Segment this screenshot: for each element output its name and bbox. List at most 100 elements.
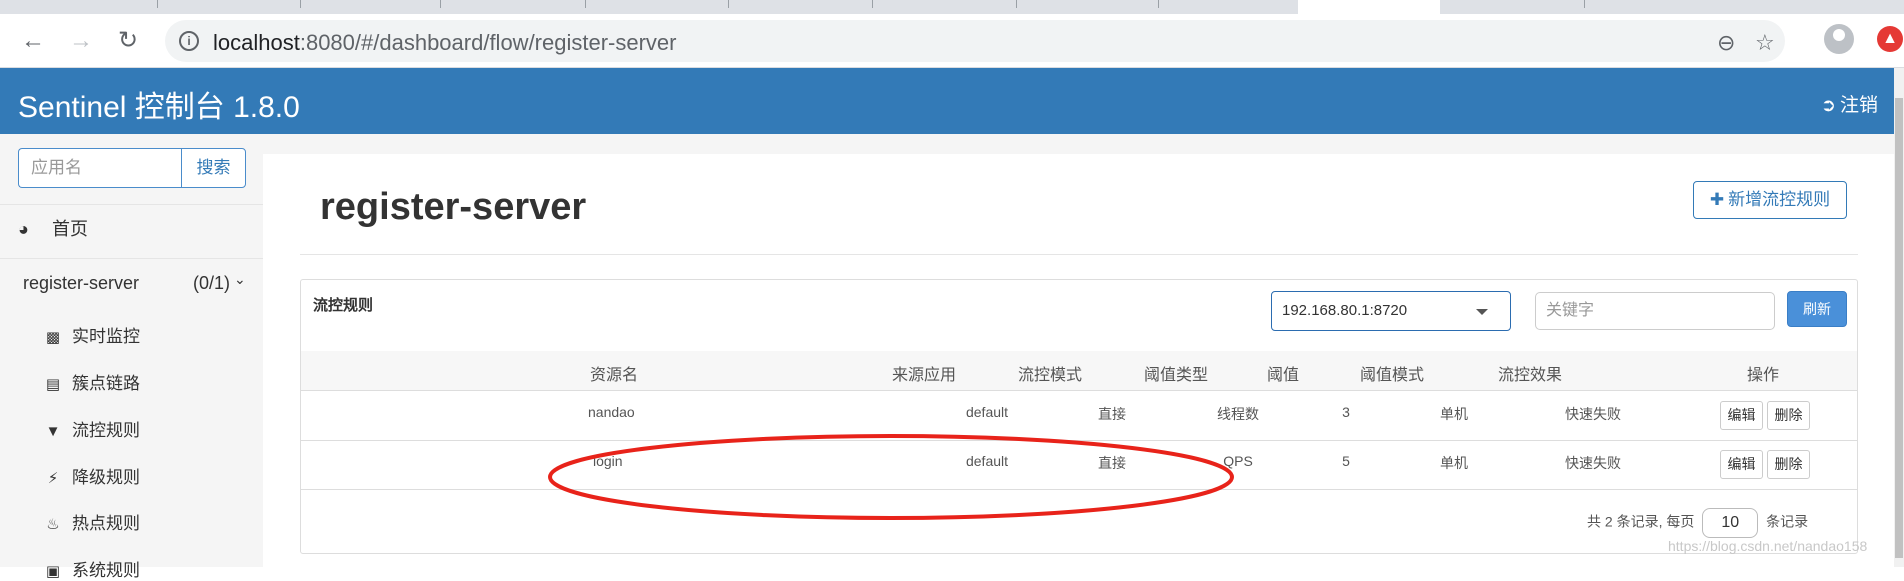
- machine-select[interactable]: 192.168.80.1:8720: [1271, 291, 1511, 331]
- cell-effect: 快速失败: [1565, 406, 1621, 422]
- title-divider: [300, 254, 1858, 255]
- column-header: 流控模式: [1017, 367, 1083, 384]
- sidebar-item-label: 降级规则: [72, 468, 140, 487]
- filter-icon: ▼: [45, 423, 61, 440]
- logout-link[interactable]: ➲ 注销: [1821, 90, 1878, 117]
- active-tab[interactable]: [1298, 0, 1440, 14]
- brand-title[interactable]: Sentinel 控制台 1.8.0: [18, 82, 300, 126]
- pagination: 共 2 条记录, 每页 10 条记录: [1587, 508, 1808, 538]
- panel-title: 流控规则: [313, 297, 374, 314]
- tab-separator: [1158, 0, 1159, 8]
- profile-avatar-icon[interactable]: [1824, 24, 1854, 54]
- cell-grade: 线程数: [1217, 406, 1259, 422]
- forward-arrow-icon[interactable]: →: [68, 28, 94, 54]
- caret-down-icon: [1476, 309, 1488, 315]
- edit-button[interactable]: 编辑: [1720, 401, 1763, 430]
- sidebar-item-degrade-rules[interactable]: ⚡ 降级规则: [44, 463, 140, 488]
- edit-button[interactable]: 编辑: [1720, 450, 1763, 479]
- tab-separator: [440, 0, 441, 8]
- column-header: 操作: [1746, 367, 1780, 384]
- sidebar-app-name: register-server: [23, 273, 140, 293]
- sidebar-item-hotspot-rules[interactable]: ♨ 热点规则: [44, 509, 140, 534]
- sidebar-item-cluster-link[interactable]: ▤ 簇点链路: [44, 369, 140, 394]
- watermark: https://blog.csdn.net/nandao158: [1668, 538, 1868, 554]
- sign-out-icon: ➲: [1820, 95, 1836, 115]
- sidebar-item-label: 流控规则: [72, 421, 140, 440]
- dashboard-icon: ◕: [18, 219, 29, 239]
- sidebar-item-label: 簇点链路: [72, 374, 140, 393]
- tab-separator: [1584, 0, 1585, 8]
- url-host: localhost: [213, 30, 300, 55]
- sidebar-divider: [0, 258, 263, 259]
- table-header: 资源名 来源应用 流控模式 阈值类型 阈值 阈值模式 流控效果 操作: [301, 351, 1857, 391]
- cell-resource: nandao: [588, 404, 635, 420]
- tab-separator: [872, 0, 873, 8]
- column-header: 来源应用: [891, 367, 957, 384]
- machine-select-value: 192.168.80.1:8720: [1282, 302, 1408, 319]
- star-icon[interactable]: ☆: [1755, 30, 1775, 56]
- cell-mode: 直接: [1098, 406, 1126, 422]
- sidebar-item-realtime-monitor[interactable]: ▩ 实时监控: [44, 322, 140, 347]
- delete-button[interactable]: 删除: [1767, 401, 1810, 430]
- tab-separator: [1016, 0, 1017, 8]
- browser-tabstrip: [0, 0, 1904, 14]
- fire-icon: ♨: [46, 516, 60, 533]
- page-size-input[interactable]: 10: [1702, 508, 1759, 538]
- sidebar-home-label: 首页: [52, 219, 88, 239]
- annotation-ellipse: [548, 434, 1234, 520]
- app-search-button[interactable]: 搜索: [181, 148, 246, 188]
- cell-cluster: 单机: [1440, 455, 1468, 471]
- zoom-out-icon[interactable]: ⊖: [1717, 30, 1735, 56]
- sidebar-item-label: 系统规则: [72, 561, 140, 580]
- url-text[interactable]: localhost:8080/#/dashboard/flow/register…: [213, 30, 677, 56]
- column-header: 资源名: [589, 367, 639, 384]
- reload-icon[interactable]: ↻: [115, 28, 141, 54]
- plus-icon: ✚: [1709, 190, 1725, 209]
- sidebar-item-label: 实时监控: [72, 327, 140, 346]
- column-header: 阈值类型: [1143, 367, 1209, 384]
- cell-count: 3: [1342, 404, 1350, 420]
- column-header: 流控效果: [1497, 367, 1563, 384]
- tab-separator: [300, 0, 301, 8]
- back-arrow-icon[interactable]: ←: [20, 28, 46, 54]
- app-search-group: 搜索: [18, 148, 246, 188]
- refresh-button[interactable]: 刷新: [1787, 291, 1847, 327]
- cell-cluster: 单机: [1440, 406, 1468, 422]
- tab-separator: [157, 0, 158, 8]
- lock-icon: ▣: [45, 563, 61, 580]
- list-icon: ▤: [45, 376, 61, 393]
- address-bar[interactable]: i localhost:8080/#/dashboard/flow/regist…: [165, 20, 1785, 62]
- sidebar-item-label: 热点规则: [72, 514, 140, 533]
- tab-separator: [728, 0, 729, 8]
- keyword-input[interactable]: [1535, 292, 1775, 330]
- chevron-down-icon: ⌄: [234, 271, 246, 287]
- tab-separator: [585, 0, 586, 8]
- add-flow-rule-button[interactable]: ✚ 新增流控规则: [1693, 181, 1847, 219]
- pager-prefix: 共 2 条记录, 每页: [1587, 513, 1695, 530]
- app-search-input[interactable]: [18, 148, 182, 188]
- sidebar-app-count: (0/1): [193, 273, 231, 293]
- scrollbar-thumb[interactable]: [1895, 98, 1903, 558]
- logout-label: 注销: [1839, 95, 1878, 116]
- sidebar-item-home[interactable]: ◕ 首页: [0, 206, 263, 252]
- app-header: Sentinel 控制台 1.8.0 ➲ 注销: [0, 68, 1904, 134]
- sidebar-item-flow-rules[interactable]: ▼ 流控规则: [44, 416, 140, 441]
- pager-suffix: 条记录: [1766, 513, 1809, 530]
- sidebar-item-system-rules[interactable]: ▣ 系统规则: [44, 556, 140, 581]
- column-header: 阈值: [1266, 367, 1300, 384]
- cell-origin: default: [965, 404, 1009, 420]
- url-path: :8080/#/dashboard/flow/register-server: [299, 30, 677, 55]
- info-icon[interactable]: i: [179, 31, 199, 51]
- page-title: register-server: [320, 186, 587, 228]
- extension-icon[interactable]: ▲: [1877, 26, 1903, 52]
- page-scrollbar[interactable]: [1894, 68, 1904, 567]
- sidebar: 搜索 ◕ 首页 register-server (0/1) ⌄ ▩ 实时监控 ▤ 簇…: [0, 134, 263, 580]
- sidebar-app-register-server[interactable]: register-server (0/1) ⌄: [0, 260, 263, 306]
- delete-button[interactable]: 删除: [1767, 450, 1810, 479]
- browser-toolbar: ← → ↻ i localhost:8080/#/dashboard/flow/…: [0, 14, 1904, 68]
- column-header: 阈值模式: [1359, 367, 1425, 384]
- cell-effect: 快速失败: [1565, 455, 1621, 471]
- flash-icon: ⚡: [47, 470, 59, 487]
- cell-count: 5: [1342, 453, 1350, 469]
- sidebar-divider: [0, 204, 263, 205]
